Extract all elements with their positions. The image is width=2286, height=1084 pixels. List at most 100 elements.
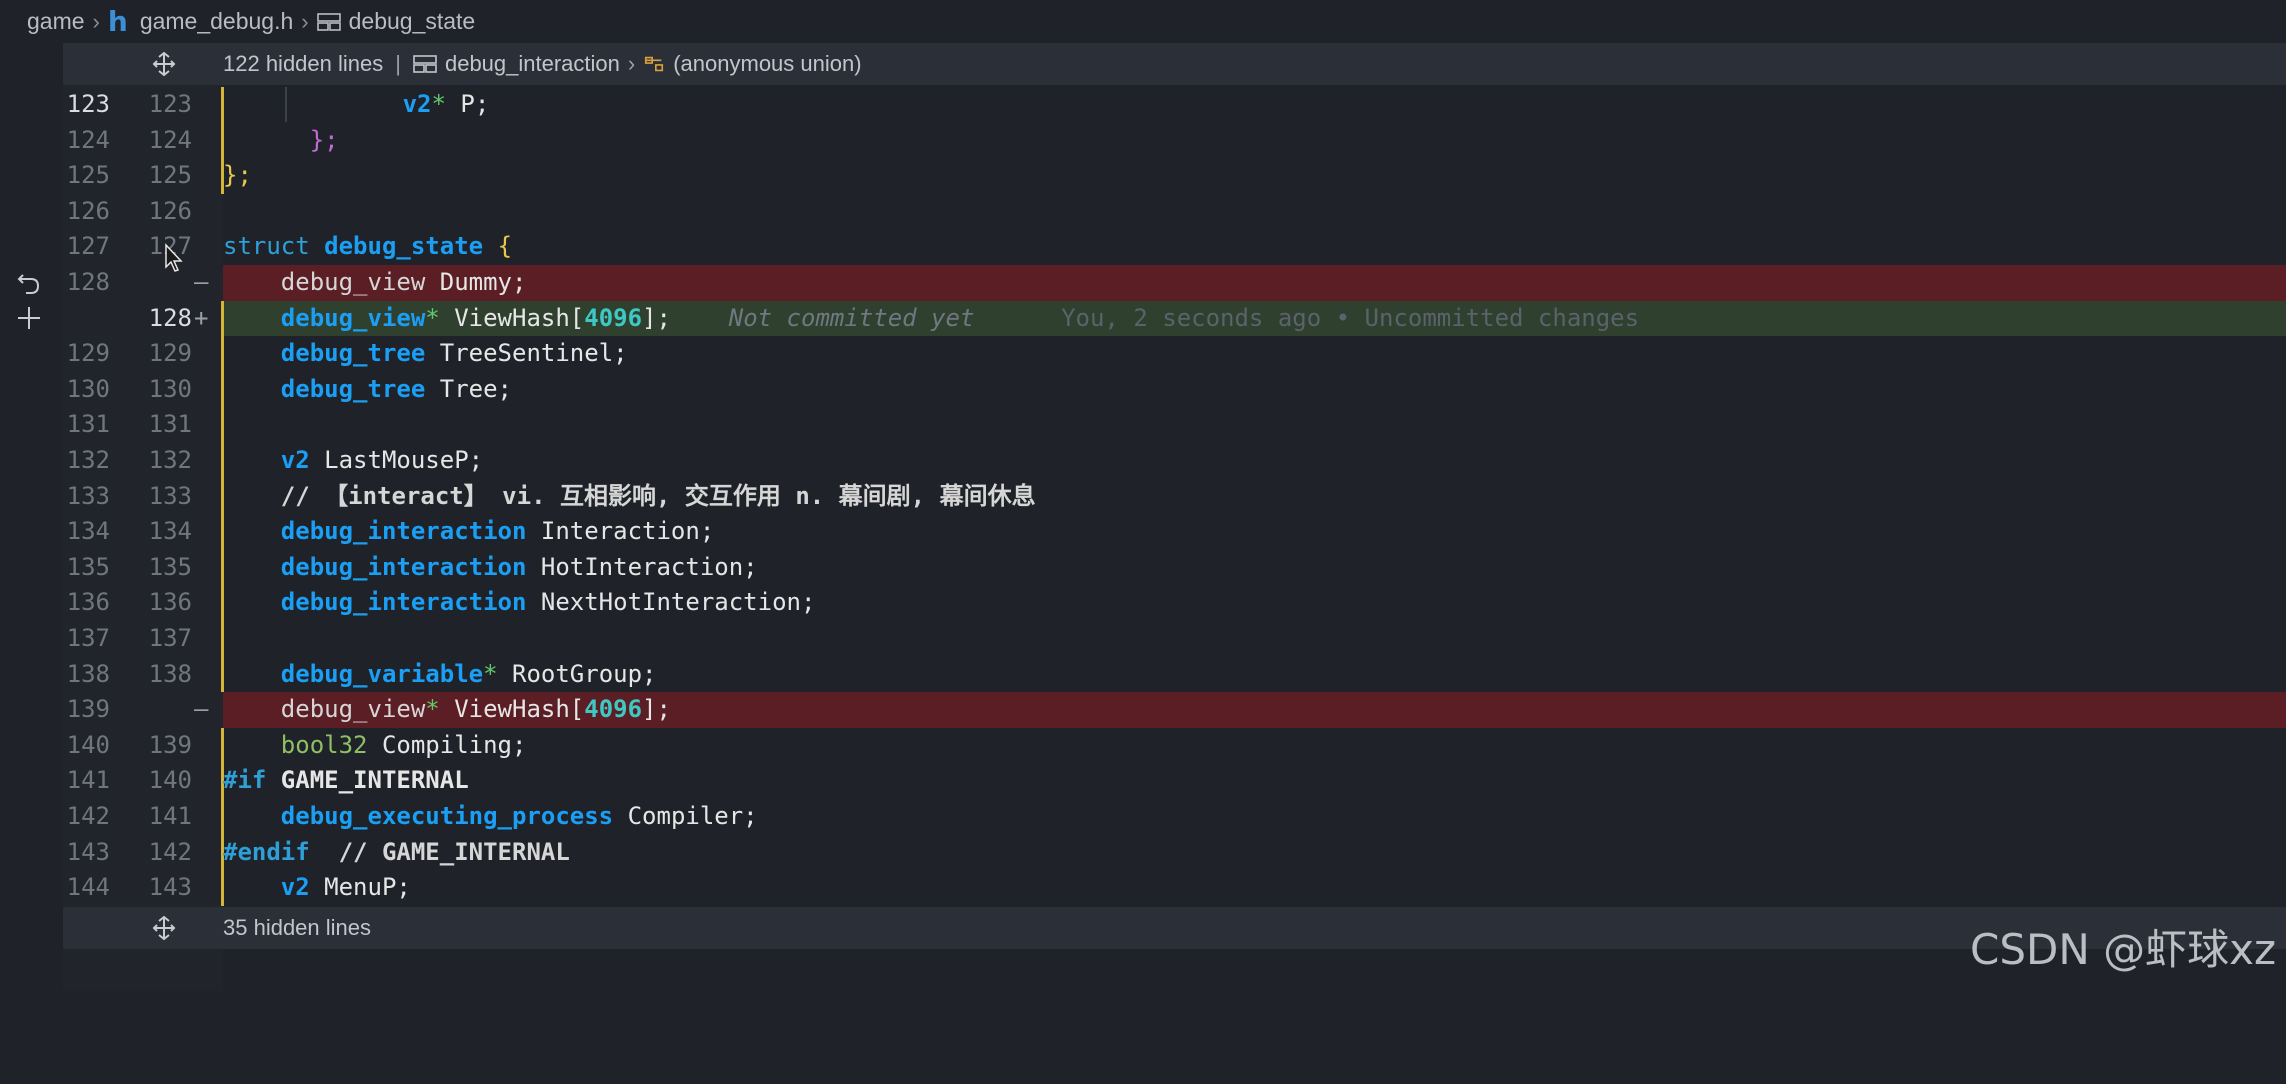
old-line-number: 127 — [66, 232, 110, 261]
deleted-line-highlight — [223, 265, 2286, 301]
new-line-number: 133 — [148, 481, 192, 510]
code-line[interactable]: 137 137 — [0, 621, 2286, 657]
c-header-file-icon: h — [107, 5, 128, 38]
struct-icon — [413, 55, 437, 73]
watermark: CSDN @虾球xz — [1970, 925, 2276, 974]
code-line[interactable]: 125 125 }; — [0, 158, 2286, 194]
code-line[interactable]: 140 139 bool32 Compiling; — [0, 727, 2286, 764]
old-line-number: 138 — [66, 659, 110, 688]
code-line[interactable]: 138 138 debug_variable* RootGroup; — [0, 656, 2286, 693]
code-line[interactable]: 132 132 v2 LastMouseP; — [0, 443, 2286, 479]
code-line[interactable]: 123 123 v2* P; — [0, 87, 2286, 123]
old-line-number: 144 — [66, 873, 110, 902]
code-text: debug_view Dummy; — [223, 265, 527, 301]
old-line-number: 132 — [66, 446, 110, 474]
code-text: debug_variable* RootGroup; — [223, 657, 657, 693]
new-line-number: 135 — [148, 552, 192, 581]
punctuation-token: ]; — [642, 695, 671, 724]
old-line-number: 139 — [66, 695, 110, 724]
code-line[interactable]: 130 130 debug_tree Tree; — [0, 371, 2286, 408]
new-line-number: 124 — [148, 125, 192, 154]
breadcrumb-item-folder[interactable]: game — [27, 8, 85, 35]
brace-token: }; — [223, 161, 252, 190]
number-token: 4096 — [584, 303, 643, 332]
old-line-number: 134 — [66, 517, 110, 546]
punctuation-token: ]; — [642, 303, 671, 332]
breadcrumb-file-label: game_debug.h — [139, 8, 294, 34]
unfold-icon[interactable] — [151, 915, 177, 941]
identifier-token: HotInteraction; — [526, 552, 758, 581]
revert-icon[interactable] — [14, 267, 44, 297]
identifier-token: LastMouseP; — [309, 446, 484, 474]
old-line-number: 136 — [66, 588, 110, 617]
code-line[interactable]: 129 129 debug_tree TreeSentinel; — [0, 336, 2286, 372]
old-line-number: 135 — [66, 552, 110, 581]
new-line-number: 130 — [148, 374, 192, 403]
hidden-lines-bar-top[interactable]: 122 hidden lines | debug_interaction › (… — [63, 43, 2286, 85]
type-token: v2 — [280, 873, 310, 902]
new-line-number: 141 — [148, 802, 192, 830]
identifier-token: MenuP; — [309, 873, 411, 902]
type-token: v2 — [402, 90, 432, 118]
code-line[interactable]: 127 127 struct debug_state { — [0, 229, 2286, 265]
code-text: debug_interaction NextHotInteraction; — [223, 585, 816, 621]
pointer-token: * — [425, 303, 440, 332]
code-line[interactable]: 124 124 }; — [0, 122, 2286, 159]
code-line[interactable]: 142 141 debug_executing_process Compiler… — [0, 799, 2286, 835]
deleted-line[interactable]: 128 — debug_view Dummy; — [0, 265, 2286, 301]
code-line[interactable]: 131 131 — [0, 407, 2286, 443]
old-line-number: 131 — [66, 410, 110, 439]
code-text: bool32 Compiling; — [223, 728, 527, 764]
identifier-token: P; — [445, 90, 490, 118]
code-line[interactable]: 134 134 debug_interaction Interaction; — [0, 514, 2286, 550]
new-line-number: 143 — [148, 873, 192, 902]
old-line-number: 130 — [66, 374, 110, 403]
code-line[interactable]: 126 126 — [0, 194, 2286, 230]
code-text: #endif // GAME_INTERNAL — [223, 835, 570, 871]
new-line-number: 126 — [148, 196, 192, 225]
mouse-pointer-icon — [165, 243, 183, 272]
added-line[interactable]: 128 + debug_view* ViewHash[4096]; Not co… — [0, 300, 2286, 337]
new-line-number: 123 — [148, 90, 192, 118]
breadcrumb-item-file[interactable]: h game_debug.h — [108, 5, 293, 38]
breadcrumb-item-symbol[interactable]: debug_state — [316, 8, 475, 35]
code-text: }; — [223, 158, 252, 194]
new-line-number: 138 — [148, 659, 192, 688]
type-token: debug_tree — [280, 374, 426, 403]
comment-token: // 【interact】 vi. 互相影响, 交互作用 n. 幕间剧, 幕间休… — [280, 481, 1036, 510]
code-text: // 【interact】 vi. 互相影响, 交互作用 n. 幕间剧, 幕间休… — [223, 479, 1036, 515]
identifier-token: RootGroup; — [497, 659, 657, 688]
identifier-token: ViewHash[ — [439, 303, 585, 332]
code-line[interactable]: 133 133 // 【interact】 vi. 互相影响, 交互作用 n. … — [0, 478, 2286, 515]
deleted-line[interactable]: 139 — debug_view* ViewHash[4096]; — [0, 692, 2286, 728]
plus-icon[interactable] — [14, 303, 44, 333]
code-line[interactable]: 144 143 v2 MenuP; — [0, 870, 2286, 906]
new-line-number: 142 — [148, 837, 192, 866]
code-line[interactable]: 143 142 #endif // GAME_INTERNAL — [0, 834, 2286, 871]
comment-token: // GAME_INTERNAL — [309, 837, 570, 866]
new-line-number: 134 — [148, 517, 192, 546]
type-token: debug_view — [280, 695, 426, 724]
identifier-token: Interaction; — [526, 517, 715, 546]
code-text: debug_view* ViewHash[4096]; — [223, 692, 671, 728]
macro-token: GAME_INTERNAL — [266, 766, 469, 795]
code-text: debug_executing_process Compiler; — [223, 799, 758, 835]
code-line[interactable]: 135 135 debug_interaction HotInteraction… — [0, 549, 2286, 586]
hidden-lines-bar-bottom[interactable]: 35 hidden lines — [63, 907, 2286, 949]
deleted-marker: — — [194, 695, 209, 724]
type-token: debug_interaction — [280, 552, 527, 581]
code-line[interactable]: 141 140 #if GAME_INTERNAL — [0, 763, 2286, 799]
brace-token: }; — [309, 125, 339, 154]
code-text: struct debug_state { — [223, 229, 512, 265]
keyword-token: struct — [223, 232, 310, 261]
type-token: debug_executing_process — [280, 802, 614, 830]
type-token: debug_view — [280, 303, 426, 332]
inline-blame-annotation[interactable]: You, 2 seconds ago • Uncommitted changes — [1061, 304, 1639, 332]
code-text: debug_tree TreeSentinel; — [223, 336, 628, 372]
code-line[interactable]: 136 136 debug_interaction NextHotInterac… — [0, 585, 2286, 621]
unfold-icon[interactable] — [151, 51, 177, 77]
new-line-number: 140 — [148, 766, 192, 795]
identifier-token: Tree; — [425, 374, 512, 403]
pointer-token: * — [483, 659, 498, 688]
new-line-number: 128 — [148, 303, 192, 332]
